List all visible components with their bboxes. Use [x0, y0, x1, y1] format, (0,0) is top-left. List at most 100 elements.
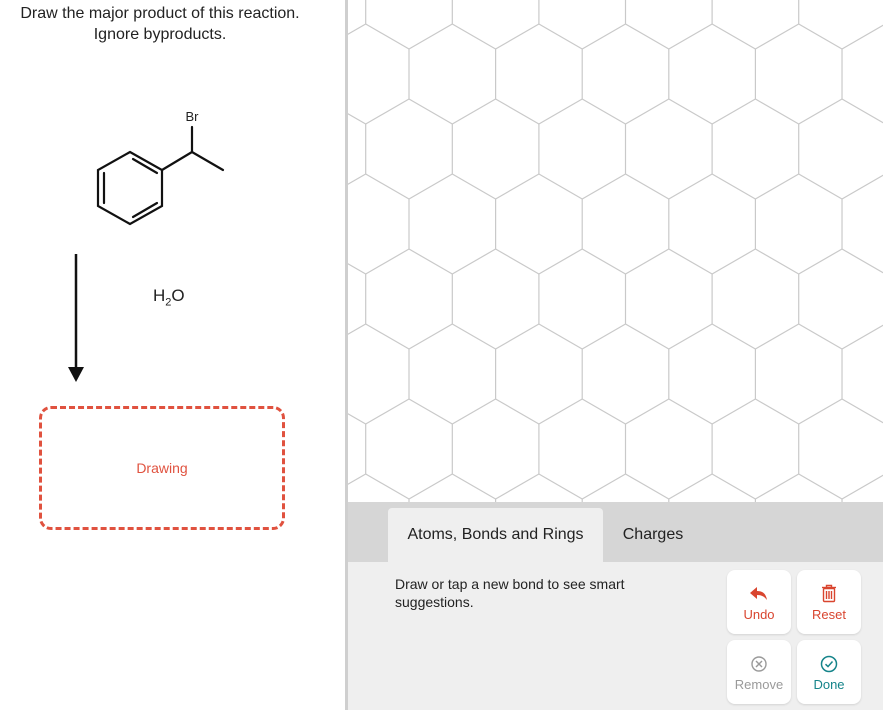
hex-grid-line [625, 98, 670, 125]
tab-strip: Atoms, Bonds and Rings Charges [348, 502, 883, 562]
hex-grid-line [495, 173, 540, 200]
hex-grid-line [711, 98, 756, 125]
hex-grid-line [798, 23, 843, 50]
hex-grid-line [668, 248, 713, 275]
done-button[interactable]: Done [797, 640, 861, 704]
hex-grid-line [668, 23, 713, 50]
hex-grid-line [755, 23, 800, 50]
hex-grid-line [711, 23, 756, 50]
check-circle-icon [820, 653, 838, 675]
hex-grid-line [581, 323, 626, 350]
hex-grid-line [408, 323, 453, 350]
hex-grid-line [408, 473, 453, 500]
hex-grid-line [668, 323, 713, 350]
hex-grid-line [841, 324, 883, 350]
hex-grid-line [365, 23, 410, 50]
hex-grid-line [365, 473, 410, 500]
hex-grid-line [625, 323, 670, 350]
hex-grid-line [798, 323, 843, 350]
reagent-label: H2O [153, 286, 185, 309]
hex-grid-line [841, 248, 883, 274]
hex-grid-line [538, 98, 583, 125]
hex-grid-line [798, 398, 843, 425]
hex-grid-line [668, 98, 713, 125]
hex-grid-line [625, 173, 670, 200]
tab-atoms-bonds-rings[interactable]: Atoms, Bonds and Rings [388, 508, 603, 562]
hex-grid-line [581, 98, 626, 125]
hex-grid-line [798, 173, 843, 200]
hex-grid-line [755, 98, 800, 125]
hex-grid-line [668, 473, 713, 500]
hex-grid-line [408, 173, 453, 200]
hex-grid-line [538, 323, 583, 350]
undo-button[interactable]: Undo [727, 570, 791, 634]
hex-grid-line [452, 473, 496, 500]
hex-grid-line [365, 98, 410, 125]
hex-grid-line [581, 248, 626, 275]
hex-grid-line [452, 173, 496, 200]
hex-grid-line [495, 398, 540, 425]
hex-grid-line [668, 173, 713, 200]
remove-button[interactable]: Remove [727, 640, 791, 704]
done-label: Done [813, 676, 845, 692]
hex-grid-line [798, 248, 843, 275]
trash-icon [821, 583, 837, 605]
hex-grid-line [408, 23, 453, 50]
hex-grid-line [538, 473, 583, 500]
hex-grid-line [581, 473, 626, 500]
reset-label: Reset [812, 606, 846, 622]
hex-grid-line [625, 248, 670, 275]
hex-grid-line [452, 23, 496, 50]
hex-grid-line [348, 23, 366, 35]
reaction-arrow [68, 254, 84, 382]
hex-grid-line [755, 173, 800, 200]
hex-grid-line [841, 98, 883, 124]
hex-grid-line [668, 398, 713, 425]
hex-grid-line [408, 98, 453, 125]
hex-grid-line [755, 398, 800, 425]
hex-grid-line [755, 248, 800, 275]
hex-grid-line [711, 248, 756, 275]
hex-grid-line [581, 173, 626, 200]
hex-grid-line [581, 398, 626, 425]
hex-grid-line [365, 173, 410, 200]
hex-grid-line [495, 323, 540, 350]
hex-grid-line [348, 113, 366, 125]
hex-grid-line [625, 398, 670, 425]
hex-grid-line [798, 473, 843, 500]
hex-grid-line [348, 473, 366, 485]
hex-grid-line [538, 248, 583, 275]
hex-grid-line [841, 24, 883, 50]
hex-grid-line [365, 398, 410, 425]
hex-grid-line [755, 473, 800, 500]
hex-grid-line [452, 398, 496, 425]
hex-grid-line [495, 98, 540, 125]
question-panel: Draw the major product of this reaction.… [0, 0, 345, 710]
hex-grid-line [538, 173, 583, 200]
bond-ch-to-methyl [190, 150, 225, 172]
undo-label: Undo [743, 606, 775, 622]
reset-button[interactable]: Reset [797, 570, 861, 634]
hex-grid-line [841, 174, 883, 200]
hex-grid-line [798, 98, 843, 125]
hex-grid-line [711, 323, 756, 350]
hex-grid-line [452, 323, 496, 350]
hex-grid-line [755, 323, 800, 350]
editor-toolbar: Atoms, Bonds and Rings Charges Draw or t… [348, 502, 883, 710]
hex-grid-line [538, 398, 583, 425]
tab-charges[interactable]: Charges [610, 508, 696, 562]
answer-drawing-box[interactable]: Drawing [39, 406, 285, 530]
hex-grid-line [365, 248, 410, 275]
drawing-box-label: Drawing [136, 460, 188, 476]
hex-grid-line [408, 248, 453, 275]
hex-grid-line [348, 173, 366, 185]
bond-ring-to-ch [160, 150, 194, 172]
hex-grid-line [495, 23, 540, 50]
remove-circle-x-icon [750, 653, 768, 675]
hex-grid-line [841, 474, 883, 500]
smart-suggestions-hint: Draw or tap a new bond to see smart sugg… [395, 576, 625, 610]
drawing-canvas[interactable] [348, 0, 883, 502]
bromine-label: Br [186, 109, 200, 124]
hex-grid-line [348, 413, 366, 425]
hex-grid-line [625, 473, 670, 500]
